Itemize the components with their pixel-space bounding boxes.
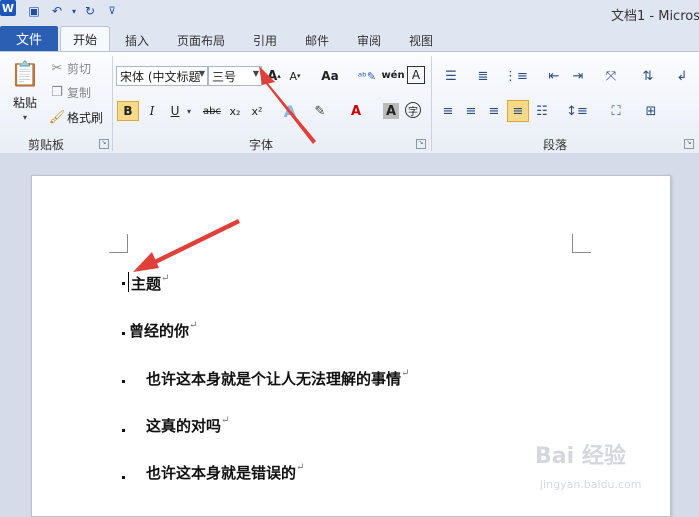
annotation-arrow-ribbon xyxy=(259,66,316,144)
annotation-arrow-document xyxy=(133,219,240,272)
annotation-arrows xyxy=(133,66,316,272)
